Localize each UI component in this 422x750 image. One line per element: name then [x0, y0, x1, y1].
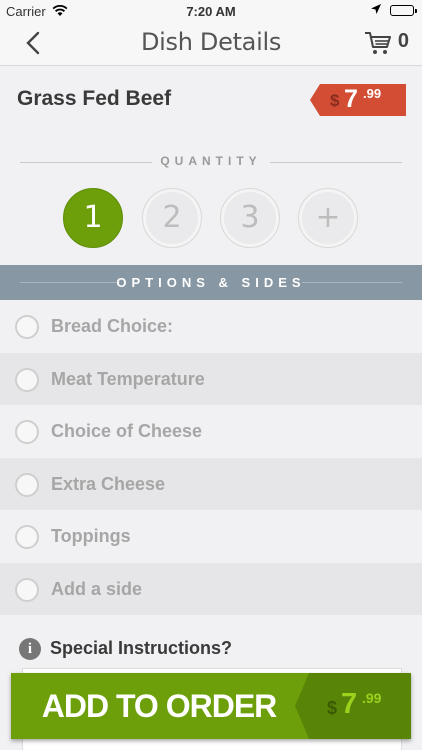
clock: 7:20 AM: [186, 4, 236, 19]
add-to-order-button[interactable]: ADD TO ORDER $ 7 .99: [11, 673, 411, 739]
option-label: Add a side: [51, 578, 143, 599]
divider: [302, 282, 402, 283]
quantity-label: QUANTITY: [160, 154, 262, 168]
option-row-extra-cheese[interactable]: Extra Cheese: [0, 457, 422, 510]
dish-name: Grass Fed Beef: [17, 87, 172, 110]
option-row-choice-of-cheese[interactable]: Choice of Cheese: [0, 405, 422, 458]
location-icon: [370, 3, 382, 18]
option-label: Toppings: [51, 526, 131, 546]
price-dollars: 7: [341, 688, 358, 720]
dish-header: Grass Fed Beef $ 7 .99: [0, 66, 422, 138]
option-label: Extra Cheese: [51, 473, 166, 494]
option-row-bread-choice[interactable]: Bread Choice:: [0, 300, 422, 353]
quantity-option-1[interactable]: 1: [63, 188, 123, 248]
add-to-order-price: $ 7 .99: [295, 673, 411, 739]
battery-icon: [390, 5, 417, 16]
price-currency: $: [327, 698, 338, 718]
radio-button[interactable]: [15, 525, 39, 549]
price-cents: .99: [363, 86, 382, 101]
radio-button[interactable]: [15, 367, 39, 392]
quantity-more-button[interactable]: +: [298, 188, 358, 248]
cart-icon[interactable]: [364, 30, 392, 56]
price-currency: $: [330, 91, 340, 110]
options-list: Bread Choice: Meat Temperature Choice of…: [0, 300, 422, 615]
add-to-order-label: ADD TO ORDER: [41, 688, 278, 724]
options-header: OPTIONS & SIDES: [0, 265, 422, 300]
radio-button[interactable]: [15, 472, 39, 497]
quantity-option-3[interactable]: 3: [220, 188, 280, 248]
info-icon: i: [19, 638, 41, 660]
radio-button[interactable]: [15, 315, 39, 339]
status-bar: Carrier 7:20 AM: [0, 0, 422, 22]
price-dollars: 7: [344, 85, 358, 113]
option-label: Bread Choice:: [51, 316, 174, 336]
radio-button[interactable]: [15, 577, 39, 602]
option-row-meat-temperature[interactable]: Meat Temperature: [0, 352, 422, 405]
option-row-toppings[interactable]: Toppings: [0, 510, 422, 563]
quantity-option-2[interactable]: 2: [142, 188, 202, 248]
special-instructions-label: Special Instructions?: [50, 638, 233, 658]
option-label: Choice of Cheese: [51, 421, 203, 441]
price-tag: $ 7 .99: [310, 84, 406, 116]
cart-count[interactable]: 0: [398, 30, 409, 53]
page-title: Dish Details: [140, 28, 282, 56]
nav-bar: Dish Details 0: [0, 22, 422, 66]
radio-button[interactable]: [15, 420, 39, 444]
divider: [270, 162, 402, 163]
price-cents: .99: [362, 690, 382, 706]
option-label: Meat Temperature: [51, 368, 205, 389]
option-row-add-a-side[interactable]: Add a side: [0, 562, 422, 615]
